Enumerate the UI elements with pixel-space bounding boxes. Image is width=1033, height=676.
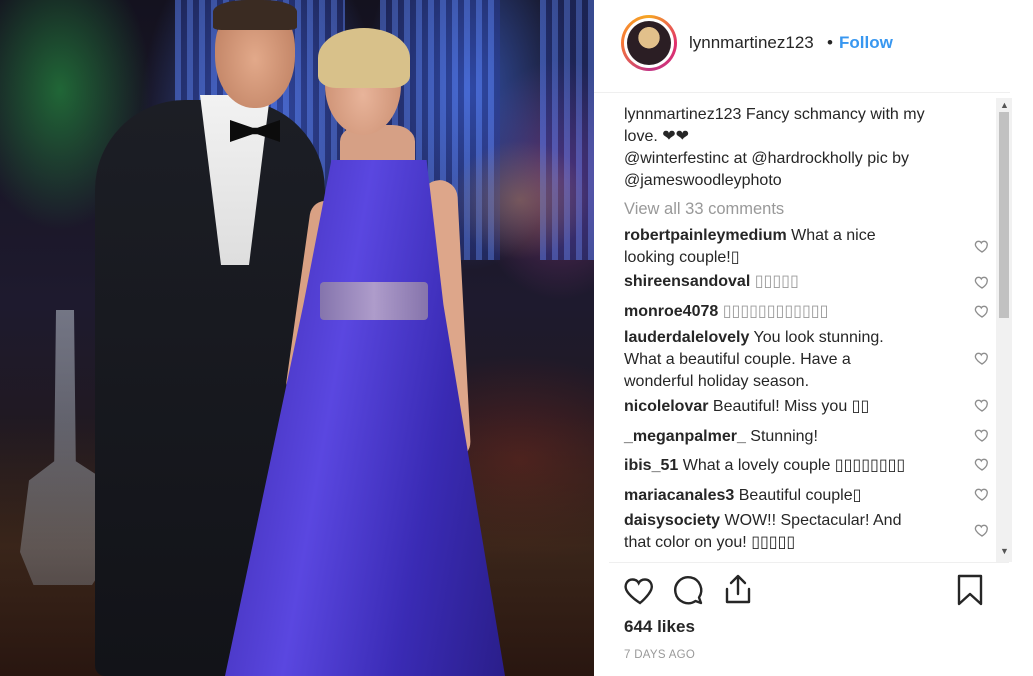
comment-like-heart-icon[interactable]: [974, 486, 990, 502]
post-header: lynnmartinez123 • Follow: [594, 0, 1010, 93]
woman-hair: [318, 28, 410, 88]
comment-text: wonderful holiday season.: [624, 373, 810, 390]
caption-mention[interactable]: @jameswoodleyphoto: [624, 172, 782, 189]
caption-text: Fancy schmancy with my: [741, 106, 925, 123]
comment-text: WOW!! Spectacular! And: [720, 512, 902, 529]
comment-item: robertpainleymedium What a nice looking …: [624, 225, 964, 269]
caption-mentions[interactable]: @winterfestinc at @hardrockholly pic by: [624, 150, 909, 167]
comment-like-heart-icon[interactable]: [974, 274, 990, 290]
comment-username[interactable]: nicolelovar: [624, 398, 708, 415]
comment-username[interactable]: daisysociety: [624, 512, 720, 529]
man-hair: [213, 0, 297, 30]
post-side-panel: lynnmartinez123 • Follow lynnmartinez123…: [594, 0, 1033, 676]
post-photo[interactable]: [0, 0, 594, 676]
header-username[interactable]: lynnmartinez123: [689, 33, 814, 53]
comment-username[interactable]: _meganpalmer_: [624, 428, 746, 445]
comment-username[interactable]: robertpainleymedium: [624, 227, 787, 244]
follow-button[interactable]: Follow: [839, 33, 893, 53]
comment-text: that color on you! ▯▯▯▯▯: [624, 534, 796, 551]
comment-item: lauderdalelovely You look stunning. What…: [624, 327, 964, 393]
comment-icon[interactable]: [670, 572, 706, 608]
heart-icon[interactable]: [622, 572, 658, 608]
comment-text: ▯▯▯▯▯: [750, 273, 799, 290]
comment-username[interactable]: monroe4078: [624, 303, 718, 320]
comment-text: Beautiful! Miss you ▯▯: [708, 398, 870, 415]
band-on-stage: [450, 140, 590, 260]
comment-text: ▯▯▯▯▯▯▯▯▯▯▯▯: [718, 303, 829, 320]
comment-text: What a beautiful couple. Have a: [624, 351, 851, 368]
caption: lynnmartinez123 Fancy schmancy with my l…: [624, 104, 964, 192]
comment-item: daisysociety WOW!! Spectacular! And that…: [624, 510, 964, 554]
comment-item: nicolelovar Beautiful! Miss you ▯▯: [624, 396, 964, 418]
comment-text: You look stunning.: [749, 329, 884, 346]
comment-item: _meganpalmer_ Stunning!: [624, 426, 964, 448]
comment-item: shireensandoval ▯▯▯▯▯: [624, 271, 964, 293]
comment-text: looking couple!▯: [624, 249, 740, 266]
divider: [609, 562, 1009, 563]
scroll-up-arrow-icon[interactable]: ▲: [1000, 100, 1009, 110]
avatar-image: [627, 21, 671, 65]
scroll-down-arrow-icon[interactable]: ▼: [1000, 546, 1009, 556]
comment-like-heart-icon[interactable]: [974, 522, 990, 538]
comment-text: Beautiful couple▯: [734, 487, 862, 504]
comments-scrollbar[interactable]: ▲ ▼: [996, 98, 1012, 562]
comment-username[interactable]: lauderdalelovely: [624, 329, 749, 346]
comment-item: ibis_51 What a lovely couple ▯▯▯▯▯▯▯▯: [624, 455, 964, 477]
comment-text: What a nice: [786, 227, 876, 244]
comment-username[interactable]: ibis_51: [624, 457, 678, 474]
post-timestamp[interactable]: 7 DAYS AGO: [624, 649, 695, 661]
avatar-border: [624, 18, 674, 68]
dress-jeweled-belt: [320, 282, 428, 320]
avatar[interactable]: [621, 15, 677, 71]
comment-text: What a lovely couple ▯▯▯▯▯▯▯▯: [678, 457, 906, 474]
comment-like-heart-icon[interactable]: [974, 427, 990, 443]
bookmark-icon[interactable]: [952, 572, 988, 608]
comment-item: mariacanales3 Beautiful couple▯: [624, 485, 964, 507]
share-icon[interactable]: [720, 572, 756, 608]
comment-text: Stunning!: [745, 428, 818, 445]
comment-like-heart-icon[interactable]: [974, 397, 990, 413]
comment-username[interactable]: shireensandoval: [624, 273, 750, 290]
view-all-comments-link[interactable]: View all 33 comments: [624, 198, 784, 220]
likes-count[interactable]: 644 likes: [624, 617, 695, 637]
separator-dot: •: [827, 33, 833, 52]
comment-like-heart-icon[interactable]: [974, 456, 990, 472]
comment-like-heart-icon[interactable]: [974, 238, 990, 254]
caption-username[interactable]: lynnmartinez123: [624, 106, 741, 123]
comment-username[interactable]: mariacanales3: [624, 487, 734, 504]
caption-text: love. ❤❤: [624, 128, 690, 145]
comment-like-heart-icon[interactable]: [974, 350, 990, 366]
comment-item: monroe4078 ▯▯▯▯▯▯▯▯▯▯▯▯: [624, 301, 964, 323]
comment-like-heart-icon[interactable]: [974, 303, 990, 319]
scrollbar-thumb[interactable]: [999, 112, 1009, 318]
